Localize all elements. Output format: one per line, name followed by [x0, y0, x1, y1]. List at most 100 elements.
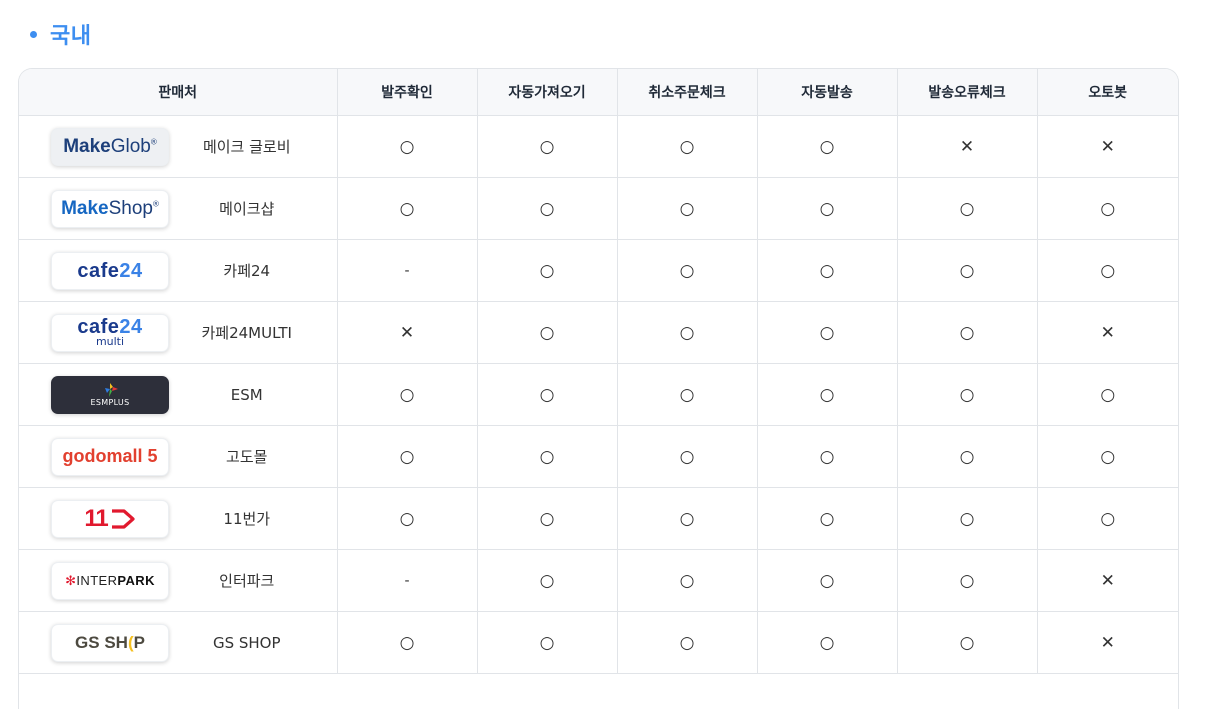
table-row: 11 11번가 ○ ○ ○ ○ ○ ○: [19, 487, 1178, 550]
mark-cell: ○: [616, 549, 757, 612]
mark-cell: ○: [616, 611, 757, 674]
vendor-name: 메이크샵: [219, 200, 275, 218]
mark-cell: ○: [1036, 425, 1178, 488]
table-row: MakeShop® 메이크샵 ○ ○ ○ ○ ○ ○: [19, 177, 1178, 240]
mark-cell: ○: [476, 177, 617, 240]
vendor-cell: 11 11번가: [19, 487, 337, 550]
mark-cell: ✕: [1036, 115, 1178, 178]
mark-cell: -: [336, 549, 477, 612]
mark-cell: ○: [476, 549, 617, 612]
mark-cell: ○: [896, 363, 1037, 426]
vendor-name: 인터파크: [219, 572, 275, 590]
vendor-cell: godomall 5 고도몰: [19, 425, 337, 488]
mark-cell: ○: [616, 425, 757, 488]
mark-cell: ○: [616, 363, 757, 426]
vendor-cell: cafe24 카페24: [19, 239, 337, 302]
11st-logo: 11: [51, 499, 169, 538]
mark-cell: ✕: [896, 115, 1037, 178]
table-row: GS SH(P GS SHOP ○ ○ ○ ○ ○ ✕: [19, 611, 1178, 674]
11st-arrow-icon: [111, 508, 135, 529]
vendor-name: ESM: [230, 385, 263, 404]
mark-cell: ○: [336, 487, 477, 550]
mark-cell: ○: [756, 611, 897, 674]
interpark-logo: ✻INTERPARK: [51, 561, 169, 600]
cafe24-logo: cafe24: [51, 251, 169, 290]
mark-cell: ○: [616, 301, 757, 364]
vendor-cell: GS SH(P GS SHOP: [19, 611, 337, 674]
mark-cell: ○: [476, 301, 617, 364]
vendor-name: 11번가: [223, 510, 271, 528]
section-header: 국내: [30, 18, 91, 50]
mark-cell: ○: [896, 177, 1037, 240]
section-title: 국내: [50, 24, 92, 49]
mark-cell: ○: [756, 239, 897, 302]
makeglob-logo: MakeGlob®: [51, 127, 169, 166]
mark-cell: ○: [616, 115, 757, 178]
vendor-feature-table: 판매처 발주확인 자동가져오기 취소주문체크 자동발송 발송오류체크 오토봇 M…: [18, 68, 1179, 709]
mark-cell: ○: [896, 487, 1037, 550]
mark-cell: ○: [336, 177, 477, 240]
mark-cell: ○: [476, 487, 617, 550]
mark-cell: ✕: [1036, 301, 1178, 364]
mark-cell: ○: [756, 487, 897, 550]
mark-cell: ○: [336, 115, 477, 178]
mark-cell: ○: [616, 487, 757, 550]
mark-cell: ✕: [1036, 611, 1178, 674]
mark-cell: ○: [616, 239, 757, 302]
gsshop-logo: GS SH(P: [51, 623, 169, 662]
mark-cell: ○: [1036, 239, 1178, 302]
column-header-vendor: 판매처: [19, 69, 337, 116]
column-header-cancel-check: 취소주문체크: [616, 69, 757, 116]
vendor-cell: MakeGlob® 메이크 글로비: [19, 115, 337, 178]
mark-cell: ○: [1036, 487, 1178, 550]
mark-cell: ○: [476, 611, 617, 674]
bullet-icon: [30, 30, 37, 38]
mark-cell: ○: [336, 363, 477, 426]
mark-cell: ○: [616, 177, 757, 240]
mark-cell: ○: [896, 301, 1037, 364]
mark-cell: ○: [1036, 177, 1178, 240]
mark-cell: -: [336, 239, 477, 302]
column-header-ship-error-check: 발송오류체크: [896, 69, 1037, 116]
column-header-order-confirm: 발주확인: [336, 69, 477, 116]
mark-cell: ○: [756, 425, 897, 488]
cafe24-multi-logo: cafe24 multi: [51, 313, 169, 352]
vendor-cell: ✻INTERPARK 인터파크: [19, 549, 337, 612]
table-row: MakeGlob® 메이크 글로비 ○ ○ ○ ○ ✕ ✕: [19, 115, 1178, 178]
esmplus-mark-icon: [105, 382, 118, 397]
mark-cell: ○: [336, 611, 477, 674]
column-header-autobot: 오토봇: [1036, 69, 1178, 116]
table-row: cafe24 multi 카페24MULTI ✕ ○ ○ ○ ○ ✕: [19, 301, 1178, 364]
mark-cell: ○: [756, 177, 897, 240]
vendor-cell: MakeShop® 메이크샵: [19, 177, 337, 240]
table-header-row: 판매처 발주확인 자동가져오기 취소주문체크 자동발송 발송오류체크 오토봇: [19, 69, 1178, 116]
mark-cell: ○: [896, 239, 1037, 302]
mark-cell: ○: [896, 549, 1037, 612]
vendor-name: GS SHOP: [212, 633, 281, 652]
logo-sub-label: multi: [95, 335, 125, 348]
mark-cell: ○: [476, 363, 617, 426]
vendor-cell: cafe24 multi 카페24MULTI: [19, 301, 337, 364]
column-header-auto-import: 자동가져오기: [476, 69, 617, 116]
table-row: ✻INTERPARK 인터파크 - ○ ○ ○ ○ ✕: [19, 549, 1178, 612]
logo-sub-label: ESMPLUS: [90, 397, 130, 407]
mark-cell: ○: [476, 425, 617, 488]
mark-cell: ○: [476, 115, 617, 178]
mark-cell: ○: [756, 549, 897, 612]
vendor-name: 고도몰: [226, 448, 268, 466]
vendor-name: 메이크 글로비: [202, 138, 291, 156]
mark-cell: ○: [476, 239, 617, 302]
mark-cell: ○: [756, 363, 897, 426]
vendor-name: 카페24: [223, 262, 271, 280]
mark-cell: ✕: [1036, 549, 1178, 612]
mark-cell: ○: [756, 115, 897, 178]
makeshop-logo: MakeShop®: [51, 189, 169, 228]
mark-cell: ○: [1036, 363, 1178, 426]
mark-cell: ✕: [336, 301, 477, 364]
esmplus-logo: ESMPLUS: [51, 375, 169, 414]
mark-cell: ○: [896, 425, 1037, 488]
vendor-cell: ESMPLUS ESM: [19, 363, 337, 426]
table-row: cafe24 카페24 - ○ ○ ○ ○ ○: [19, 239, 1178, 302]
column-header-auto-ship: 자동발송: [756, 69, 897, 116]
table-row: godomall 5 고도몰 ○ ○ ○ ○ ○ ○: [19, 425, 1178, 488]
